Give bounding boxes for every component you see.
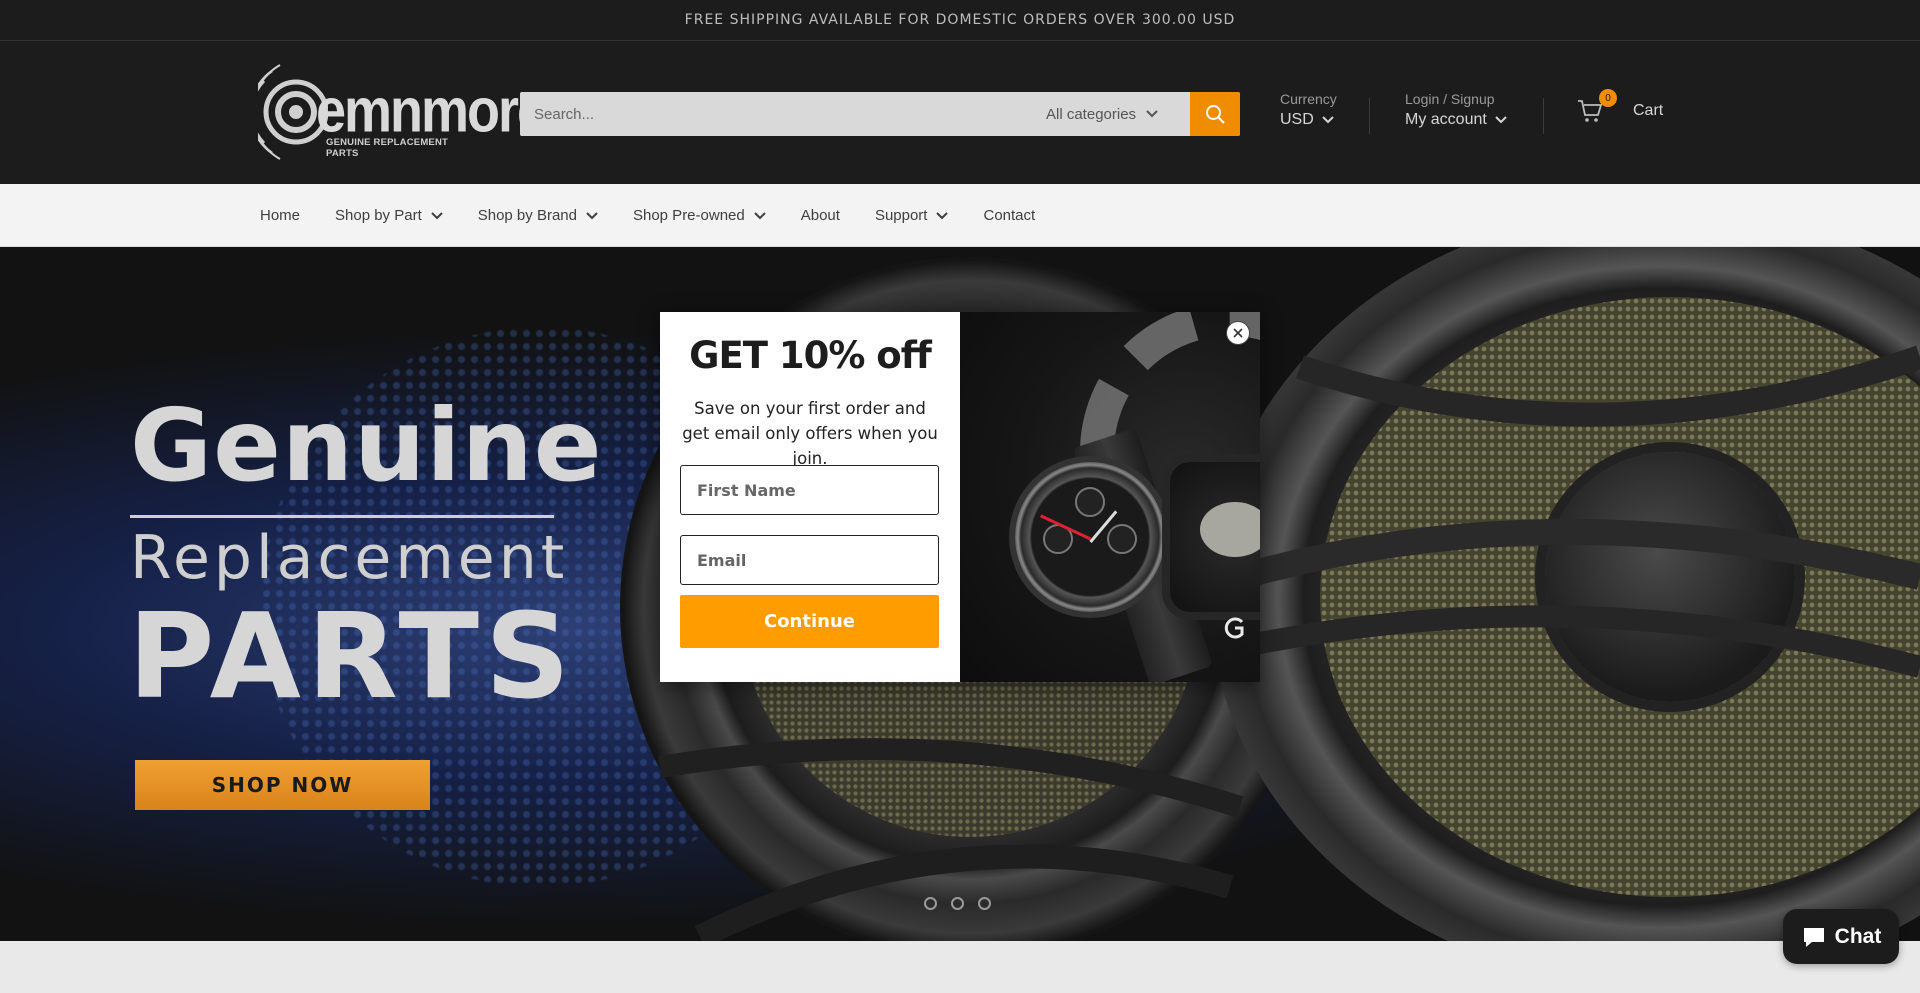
chat-bubble-icon bbox=[1803, 927, 1824, 947]
chevron-down-icon bbox=[936, 211, 949, 219]
main-navigation: Home Shop by Part Shop by Brand Shop Pre… bbox=[0, 184, 1920, 247]
slide-dot[interactable] bbox=[951, 897, 964, 910]
slide-dot[interactable] bbox=[978, 897, 991, 910]
discount-popup: GET 10% off Save on your first order and… bbox=[660, 312, 1260, 682]
nav-item-shop-by-brand[interactable]: Shop by Brand bbox=[478, 207, 598, 224]
chevron-down-icon bbox=[586, 211, 598, 219]
nav-item-support[interactable]: Support bbox=[875, 207, 949, 224]
hero-heading-parts: PARTS bbox=[128, 587, 577, 725]
header-divider bbox=[1369, 98, 1370, 134]
site-header: emnmore GENUINE REPLACEMENT PARTS All ca… bbox=[0, 41, 1920, 184]
logo-tagline: GENUINE REPLACEMENT PARTS bbox=[326, 137, 449, 159]
digital-watch bbox=[1170, 462, 1260, 612]
nav-item-label: About bbox=[800, 207, 840, 224]
popup-title: GET 10% off bbox=[689, 334, 932, 377]
nav-item-label: Shop by Brand bbox=[477, 207, 577, 224]
popup-close-button[interactable] bbox=[1226, 321, 1250, 345]
slideshow-dots bbox=[924, 897, 991, 910]
currency-label: Currency bbox=[1280, 91, 1337, 107]
nav-item-home[interactable]: Home bbox=[260, 207, 300, 224]
close-icon bbox=[1233, 328, 1243, 338]
chevron-down-icon bbox=[1495, 116, 1507, 124]
continue-button[interactable]: Continue bbox=[680, 595, 939, 648]
category-select-label: All categories bbox=[1046, 105, 1137, 123]
watch-subdial bbox=[1075, 487, 1105, 517]
announcement-bar: FREE SHIPPING AVAILABLE FOR DOMESTIC ORD… bbox=[0, 0, 1920, 41]
popup-subtitle: Save on your first order and get email o… bbox=[682, 399, 938, 468]
cart-count-badge: 0 bbox=[1599, 89, 1617, 107]
chevron-down-icon bbox=[754, 211, 766, 219]
chat-button[interactable]: Chat bbox=[1783, 909, 1899, 964]
nav-item-shop-by-part[interactable]: Shop by Part bbox=[335, 207, 443, 224]
nav-list: Home Shop by Part Shop by Brand Shop Pre… bbox=[260, 184, 1035, 247]
chevron-down-icon bbox=[431, 211, 443, 219]
hero-heading-genuine: Genuine bbox=[130, 387, 603, 504]
nav-item-shop-pre-owned[interactable]: Shop Pre-owned bbox=[633, 207, 766, 224]
nav-item-label: Support bbox=[874, 207, 928, 224]
shop-now-button[interactable]: SHOP NOW bbox=[135, 760, 430, 810]
account-menu[interactable]: Login / Signup My account bbox=[1405, 91, 1507, 129]
page-content-strip bbox=[0, 941, 1920, 993]
account-login-label: Login / Signup bbox=[1405, 91, 1495, 107]
chat-label: Chat bbox=[1834, 924, 1882, 948]
nav-item-label: Shop Pre-owned bbox=[632, 207, 745, 224]
nav-item-contact[interactable]: Contact bbox=[983, 207, 1035, 224]
account-value: My account bbox=[1405, 111, 1487, 128]
watch-lcd bbox=[1200, 502, 1260, 557]
popup-form-panel: GET 10% off Save on your first order and… bbox=[660, 312, 960, 682]
email-field[interactable] bbox=[680, 535, 939, 585]
search-icon bbox=[1206, 105, 1225, 124]
cart-icon bbox=[1578, 100, 1603, 122]
nav-item-about[interactable]: About bbox=[801, 207, 840, 224]
brand-g-logo-icon bbox=[1224, 617, 1244, 639]
chevron-down-icon bbox=[1146, 110, 1158, 118]
search-input[interactable] bbox=[520, 92, 1020, 136]
announcement-text: FREE SHIPPING AVAILABLE FOR DOMESTIC ORD… bbox=[684, 12, 1236, 28]
watch-subdial bbox=[1107, 524, 1137, 554]
header-divider bbox=[1543, 98, 1544, 134]
nav-item-label: Contact bbox=[983, 207, 1036, 224]
slide-dot[interactable] bbox=[924, 897, 937, 910]
category-select[interactable]: All categories bbox=[1026, 92, 1186, 136]
chronograph-watch bbox=[1015, 462, 1165, 612]
site-logo[interactable]: emnmore GENUINE REPLACEMENT PARTS bbox=[258, 61, 547, 163]
hero-divider bbox=[130, 515, 554, 518]
nav-item-label: Home bbox=[260, 207, 301, 224]
currency-value: USD bbox=[1280, 111, 1314, 128]
cart-label: Cart bbox=[1633, 102, 1664, 119]
first-name-field[interactable] bbox=[680, 465, 939, 515]
chevron-down-icon bbox=[1322, 116, 1334, 124]
popup-watch-image bbox=[960, 312, 1260, 682]
hero-heading-replacement: Replacement bbox=[130, 523, 569, 593]
logo-wordmark: emnmore bbox=[316, 76, 547, 146]
currency-selector[interactable]: Currency USD bbox=[1280, 91, 1337, 129]
nav-item-label: Shop by Part bbox=[335, 207, 422, 224]
cart-button[interactable]: 0 Cart bbox=[1577, 89, 1664, 123]
search-button[interactable] bbox=[1190, 92, 1240, 136]
